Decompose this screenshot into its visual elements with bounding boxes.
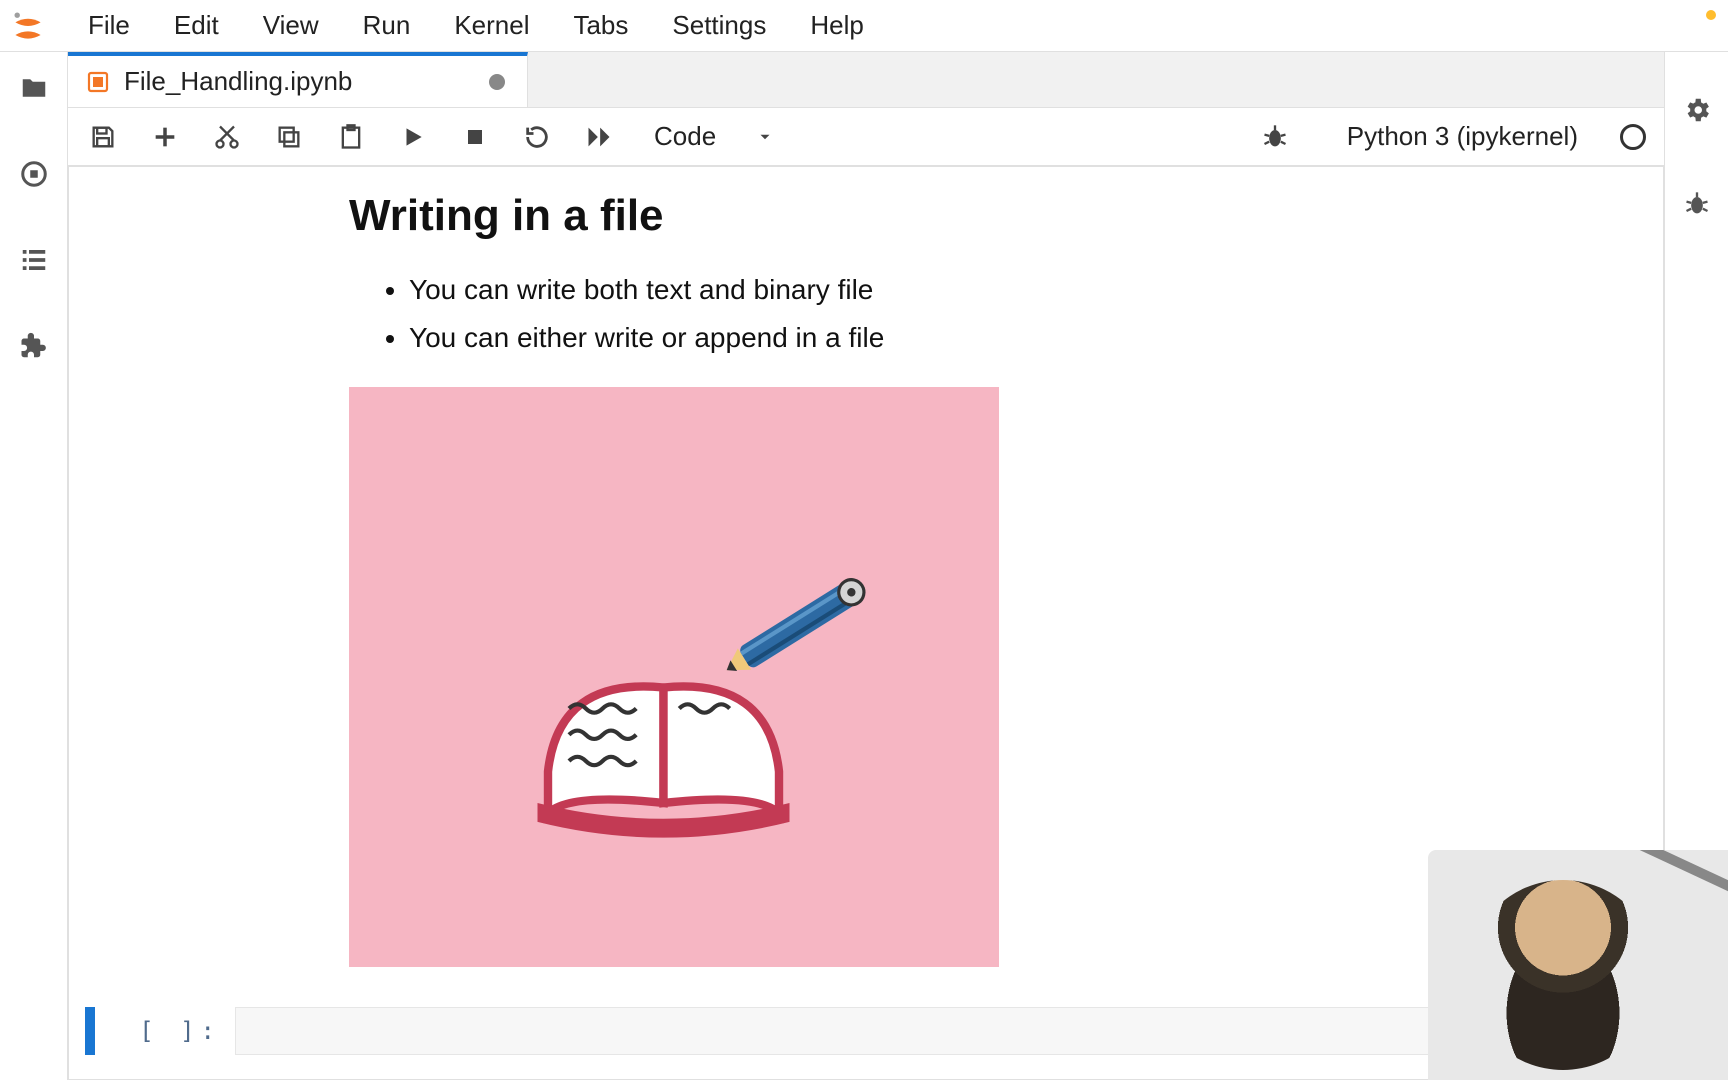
cell-active-indicator <box>85 1007 95 1055</box>
menu-kernel[interactable]: Kernel <box>432 0 551 51</box>
menu-file[interactable]: File <box>66 0 152 51</box>
menu-tabs[interactable]: Tabs <box>551 0 650 51</box>
extensions-icon[interactable] <box>16 328 52 364</box>
run-icon[interactable] <box>396 120 430 154</box>
kernel-name[interactable]: Python 3 (ipykernel) <box>1347 121 1578 152</box>
copy-icon[interactable] <box>272 120 306 154</box>
notebook-toolbar: Code Python 3 (ipykernel) <box>68 108 1664 166</box>
microphone-arm <box>1601 850 1728 900</box>
code-cell[interactable]: [ ]: <box>85 1007 1647 1055</box>
notebook-tab[interactable]: File_Handling.ipynb <box>68 52 528 107</box>
menubar: File Edit View Run Kernel Tabs Settings … <box>0 0 1728 52</box>
tabbar: File_Handling.ipynb <box>68 52 1664 108</box>
heading: Writing in a file <box>349 191 1623 241</box>
stop-icon[interactable] <box>458 120 492 154</box>
jupyter-logo <box>8 6 48 46</box>
unsaved-indicator-icon <box>489 74 505 90</box>
notebook-body: Writing in a file You can write both tex… <box>68 166 1664 1080</box>
chevron-down-icon <box>756 128 774 146</box>
debugger-icon[interactable] <box>1261 123 1289 151</box>
menu-settings[interactable]: Settings <box>650 0 788 51</box>
debugger-panel-icon[interactable] <box>1679 186 1715 222</box>
kernel-status-icon[interactable] <box>1620 124 1646 150</box>
property-inspector-icon[interactable] <box>1679 92 1715 128</box>
menu-edit[interactable]: Edit <box>152 0 241 51</box>
notebook-icon <box>86 70 110 94</box>
bullet-item: You can write both text and binary file <box>409 269 1623 311</box>
cell-type-select[interactable]: Code <box>644 121 774 152</box>
folder-icon[interactable] <box>16 70 52 106</box>
main-area: File_Handling.ipynb <box>68 52 1664 1080</box>
menu-run[interactable]: Run <box>341 0 433 51</box>
cell-prompt: [ ]: <box>135 1007 235 1055</box>
bullet-item: You can either write or append in a file <box>409 317 1623 359</box>
menu-help[interactable]: Help <box>788 0 885 51</box>
save-icon[interactable] <box>86 120 120 154</box>
restart-icon[interactable] <box>520 120 554 154</box>
menu-view[interactable]: View <box>241 0 341 51</box>
markdown-cell[interactable]: Writing in a file You can write both tex… <box>199 191 1623 987</box>
tab-title: File_Handling.ipynb <box>124 66 475 97</box>
webcam-overlay <box>1428 850 1728 1080</box>
add-cell-icon[interactable] <box>148 120 182 154</box>
window-minimize-dot[interactable] <box>1706 10 1716 20</box>
cell-type-label: Code <box>654 121 716 152</box>
running-icon[interactable] <box>16 156 52 192</box>
toc-icon[interactable] <box>16 242 52 278</box>
left-sidebar <box>0 52 68 1080</box>
cut-icon[interactable] <box>210 120 244 154</box>
fast-forward-icon[interactable] <box>582 120 616 154</box>
paste-icon[interactable] <box>334 120 368 154</box>
illustration-image <box>349 387 999 967</box>
